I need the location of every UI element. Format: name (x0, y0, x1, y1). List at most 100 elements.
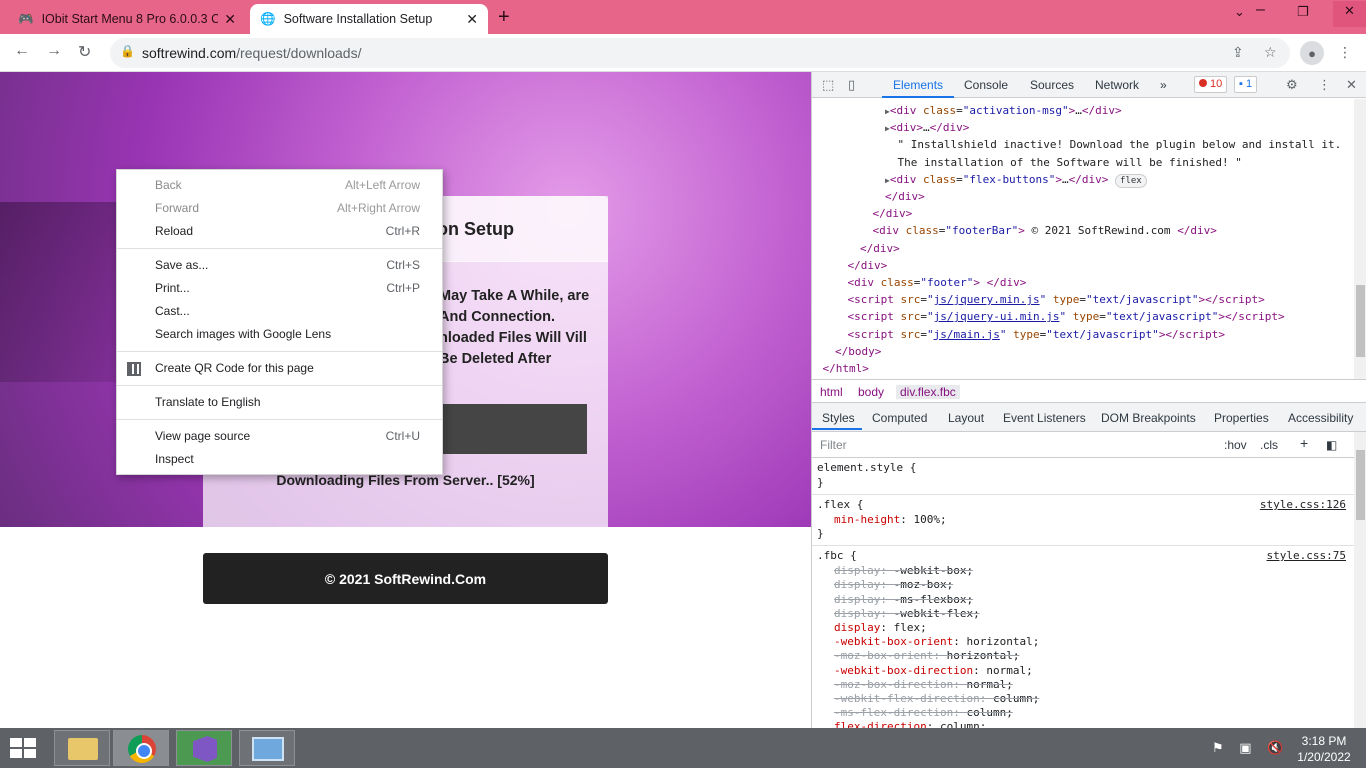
chrome-taskbar-button[interactable] (113, 730, 169, 766)
css-property[interactable]: -webkit-box-orient: horizontal; (834, 635, 1039, 648)
minimize-button[interactable]: – (1256, 1, 1265, 19)
css-selector[interactable]: .flex { (817, 498, 863, 511)
css-property[interactable]: -moz-box-direction: normal; (834, 678, 1013, 691)
css-source-link[interactable]: style.css:126 (1260, 498, 1346, 511)
dom-node-line[interactable]: ▶<div class="flex-buttons">…</div> flex (885, 171, 1147, 189)
windows-start-icon[interactable] (8, 736, 38, 760)
close-tab-icon[interactable]: ✕ (466, 11, 478, 28)
css-property[interactable]: -ms-flex-direction: column; (834, 706, 1013, 719)
dom-node-line[interactable]: </div> (885, 188, 925, 205)
dom-node-line[interactable]: </div> (860, 240, 900, 257)
tab-computed[interactable]: Computed (872, 411, 927, 425)
menu-item-reload[interactable]: Reload Ctrl+R (117, 220, 442, 243)
dom-node-line[interactable]: </body> (835, 343, 881, 360)
menu-item-forward[interactable]: Forward Alt+Right Arrow (117, 197, 442, 220)
profile-avatar-icon[interactable]: ● (1300, 41, 1324, 65)
dom-node-line[interactable]: <div class="footer"> </div> (848, 274, 1027, 291)
dom-scrollbar[interactable] (1354, 99, 1366, 379)
dom-node-line[interactable]: <script src="js/jquery.min.js" type="tex… (848, 291, 1265, 308)
tab-sources[interactable]: Sources (1030, 78, 1074, 92)
bookmark-star-icon[interactable]: ☆ (1264, 44, 1277, 61)
tab-network[interactable]: Network (1095, 78, 1139, 92)
close-tab-icon[interactable]: ✕ (224, 11, 236, 28)
menu-item-cast[interactable]: Cast... (117, 300, 442, 323)
dom-node-line[interactable]: <div class="footerBar"> © 2021 SoftRewin… (873, 222, 1217, 239)
css-property[interactable]: min-height: 100%; (834, 513, 947, 526)
styles-filter-input[interactable]: Filter (820, 438, 847, 452)
menu-item-google-lens[interactable]: Search images with Google Lens (117, 323, 442, 346)
network-icon[interactable]: ▣ (1239, 740, 1251, 755)
cls-toggle[interactable]: .cls (1260, 438, 1278, 452)
styles-scrollbar[interactable] (1354, 432, 1366, 728)
dom-node-line[interactable]: <script src="js/main.js" type="text/java… (848, 326, 1226, 343)
css-property[interactable]: -moz-box-orient: horizontal; (834, 649, 1019, 662)
css-selector[interactable]: .fbc { (817, 549, 857, 562)
close-devtools-icon[interactable]: ✕ (1346, 77, 1357, 93)
hov-toggle[interactable]: :hov (1224, 438, 1247, 452)
css-source-link[interactable]: style.css:75 (1267, 549, 1346, 562)
dom-node-line[interactable]: </html> (823, 360, 869, 377)
tab-event-listeners[interactable]: Event Listeners (1003, 411, 1086, 425)
css-property[interactable]: flex-direction: column; (834, 720, 986, 728)
visual-studio-installer-taskbar-button[interactable] (176, 730, 232, 766)
forward-arrow-icon[interactable]: → (46, 42, 62, 60)
menu-item-qr-code[interactable]: Create QR Code for this page (117, 357, 442, 380)
toggle-sidebar-icon[interactable]: ◧ (1326, 438, 1337, 452)
address-bar[interactable]: 🔒 softrewind.com/request/downloads/ (110, 38, 1290, 68)
volume-muted-icon[interactable]: 🔇 (1267, 740, 1283, 755)
tab-software-installation[interactable]: 🌐 Software Installation Setup ✕ (250, 4, 488, 34)
scrollbar-thumb[interactable] (1356, 285, 1365, 357)
dom-node-line[interactable]: ▶<div class="activation-msg">…</div> (885, 102, 1122, 120)
css-property[interactable]: -webkit-flex-direction: column; (834, 692, 1039, 705)
menu-item-inspect[interactable]: Inspect (117, 448, 442, 471)
menu-item-back[interactable]: Back Alt+Left Arrow (117, 174, 442, 197)
dom-node-line[interactable]: " Installshield inactive! Download the p… (898, 136, 1342, 153)
control-panel-taskbar-button[interactable] (239, 730, 295, 766)
dom-node-line[interactable]: ▶<div>…</div> (885, 119, 969, 137)
css-property[interactable]: -webkit-box-direction: normal; (834, 664, 1033, 677)
css-property[interactable]: display: -ms-flexbox; (834, 593, 973, 606)
menu-item-save-as[interactable]: Save as... Ctrl+S (117, 254, 442, 277)
breadcrumb-html[interactable]: html (820, 385, 843, 399)
css-property[interactable]: display: flex; (834, 621, 927, 634)
error-count-badge[interactable]: 10 (1194, 76, 1228, 93)
dom-node-line[interactable]: <script src="js/jquery-ui.min.js" type="… (848, 308, 1285, 325)
device-toolbar-icon[interactable]: ▯ (848, 77, 855, 93)
breadcrumb-div-flex-fbc[interactable]: div.flex.fbc (896, 385, 960, 399)
tab-iobit[interactable]: 🎮 IObit Start Menu 8 Pro 6.0.0.3 Cr ✕ (8, 4, 246, 34)
new-tab-button[interactable]: + (498, 6, 510, 29)
new-rule-icon[interactable]: + (1300, 435, 1308, 451)
css-property[interactable]: display: -webkit-flex; (834, 607, 980, 620)
scrollbar-thumb[interactable] (1356, 450, 1365, 520)
reload-icon[interactable]: ↻ (78, 42, 91, 62)
dom-node-line[interactable]: </div> (873, 205, 913, 222)
tab-styles[interactable]: Styles (822, 411, 855, 425)
flag-icon[interactable]: ⚑ (1212, 740, 1224, 755)
tab-search-icon[interactable]: ⌄ (1234, 4, 1245, 20)
tab-accessibility[interactable]: Accessibility (1288, 411, 1353, 425)
menu-item-translate[interactable]: Translate to English (117, 391, 442, 414)
menu-item-print[interactable]: Print... Ctrl+P (117, 277, 442, 300)
restore-button[interactable]: ❐ (1297, 4, 1309, 20)
tab-console[interactable]: Console (964, 78, 1008, 92)
css-property[interactable]: display: -webkit-box; (834, 564, 973, 577)
more-tabs-icon[interactable]: » (1160, 78, 1167, 92)
css-selector[interactable]: element.style { (817, 461, 916, 474)
file-explorer-taskbar-button[interactable] (54, 730, 110, 766)
inspect-element-icon[interactable]: ⬚ (822, 77, 834, 93)
devtools-menu-icon[interactable]: ⋮ (1318, 77, 1331, 93)
tab-properties[interactable]: Properties (1214, 411, 1269, 425)
settings-gear-icon[interactable]: ⚙ (1286, 77, 1298, 93)
close-window-button[interactable]: ✕ (1333, 1, 1366, 27)
back-arrow-icon[interactable]: ← (14, 42, 30, 60)
share-icon[interactable]: ⇪ (1232, 44, 1244, 61)
menu-kebab-icon[interactable]: ⋮ (1338, 44, 1352, 61)
breadcrumb-body[interactable]: body (858, 385, 884, 399)
css-property[interactable]: display: -moz-box; (834, 578, 953, 591)
taskbar-clock[interactable]: 3:18 PM 1/20/2022 (1286, 733, 1362, 765)
dom-node-line[interactable]: The installation of the Software will be… (898, 154, 1242, 171)
tab-dom-breakpoints[interactable]: DOM Breakpoints (1101, 411, 1196, 425)
tab-layout[interactable]: Layout (948, 411, 984, 425)
message-count-badge[interactable]: ▪ 1 (1234, 76, 1258, 93)
dom-node-line[interactable]: </div> (848, 257, 888, 274)
